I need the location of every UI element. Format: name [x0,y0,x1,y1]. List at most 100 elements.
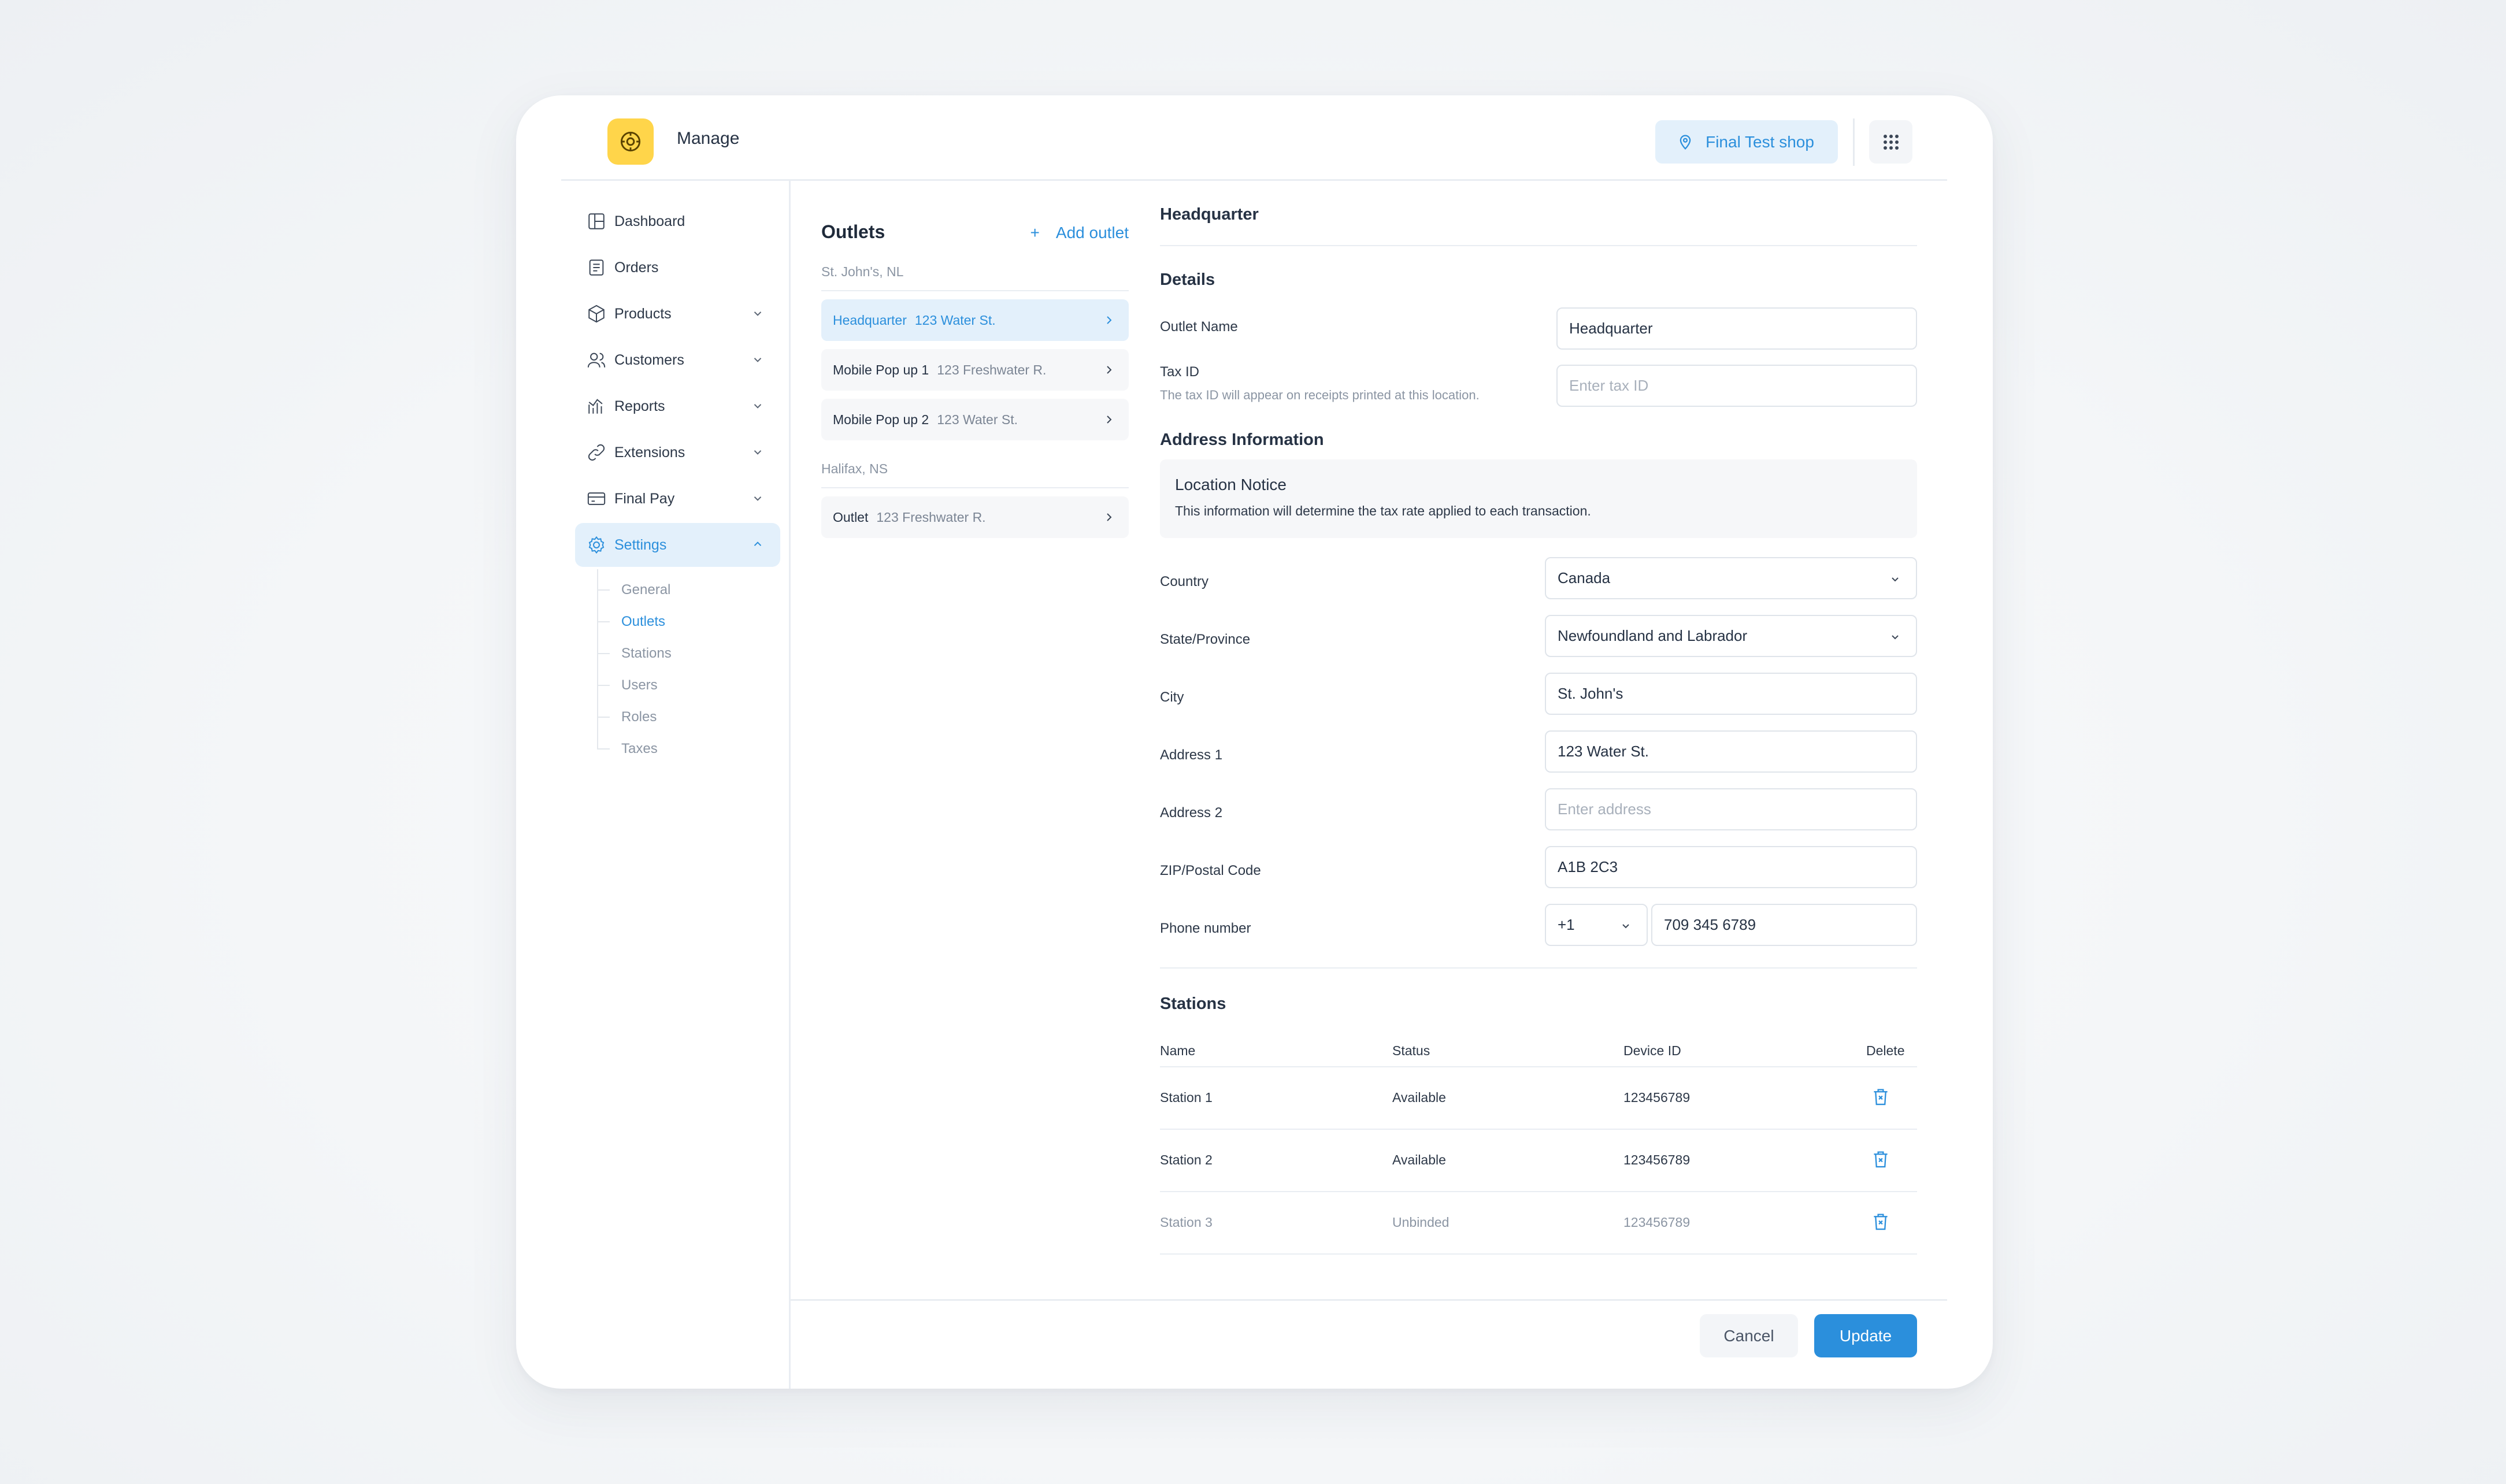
app-window: Manage Final Test shop Dashboard Orders … [516,95,1993,1389]
chevron-down-icon[interactable] [751,492,764,504]
subnav-item-taxes[interactable]: Taxes [597,733,780,765]
gear-icon [587,535,606,555]
phone-label: Phone number [1160,921,1251,936]
outlet-row-mobile-pop-up-1[interactable]: Mobile Pop up 1 123 Freshwater R. [821,349,1129,391]
subnav-item-roles[interactable]: Roles [597,701,780,733]
tax-id-help: The tax ID will appear on receipts print… [1160,388,1480,402]
sidebar-item-dashboard[interactable]: Dashboard [575,199,780,243]
subnav-item-outlets[interactable]: Outlets [597,606,780,637]
country-select[interactable]: Canada [1545,557,1917,599]
shop-selector-button[interactable]: Final Test shop [1655,120,1838,164]
apps-grid-button[interactable] [1869,120,1912,164]
sidebar-item-label: Products [614,305,672,322]
phone-code-select[interactable]: +1 [1545,904,1648,946]
logo-icon [620,131,641,152]
city-field[interactable]: St. John's [1545,673,1917,715]
outlet-name: Outlet [833,509,869,525]
top-header: Manage Final Test shop [561,95,1947,181]
details-title: Details [1160,270,1215,289]
header-divider [1853,118,1855,166]
sidebar-item-label: Reports [614,398,665,414]
chevron-down-icon[interactable] [751,353,764,366]
heading-divider [1160,245,1917,246]
chevron-up-icon[interactable] [751,538,764,551]
section-divider [1160,967,1917,969]
subnav-item-users[interactable]: Users [597,669,780,701]
state-label: State/Province [1160,632,1251,647]
zip-field[interactable]: A1B 2C3 [1545,846,1917,888]
sidebar-item-label: Extensions [614,444,685,461]
chevron-right-icon [1107,513,1112,521]
outlet-row-headquarter[interactable]: Headquarter 123 Water St. [821,299,1129,341]
country-label: Country [1160,574,1209,589]
card-icon [587,489,606,509]
chevron-down-icon[interactable] [751,307,764,320]
sidebar-item-reports[interactable]: Reports [575,384,780,428]
state-select[interactable]: Newfoundland and Labrador [1545,615,1917,657]
trash-icon[interactable] [1872,1088,1889,1106]
table-row-divider [1160,1253,1917,1255]
cancel-button[interactable]: Cancel [1700,1314,1798,1357]
trash-icon[interactable] [1872,1150,1889,1168]
sidebar-nav: Dashboard Orders Products Customers Repo… [575,199,780,765]
sidebar-item-products[interactable]: Products [575,292,780,336]
station-name: Station 3 [1160,1215,1213,1230]
tax-id-field[interactable]: Enter tax ID [1556,365,1917,407]
state-value: Newfoundland and Labrador [1558,627,1748,644]
country-value: Canada [1558,569,1611,587]
add-outlet-label: Add outlet [1055,224,1129,242]
outlet-address: 123 Water St. [914,312,996,328]
box-icon [587,304,606,324]
col-header-name: Name [1160,1043,1196,1058]
notice-text: This information will determine the tax … [1175,503,1591,518]
col-header-delete: Delete [1866,1043,1905,1058]
chevron-down-icon [1892,635,1899,640]
outlet-row-mobile-pop-up-2[interactable]: Mobile Pop up 2 123 Water St. [821,399,1129,440]
col-header-device-id: Device ID [1623,1043,1681,1058]
outlet-name: Mobile Pop up 1 [833,362,929,377]
users-icon [587,350,606,370]
station-device-id: 123456789 [1623,1152,1691,1167]
table-header-divider [1160,1066,1917,1067]
address1-field[interactable]: 123 Water St. [1545,730,1917,773]
app-logo[interactable] [607,118,654,165]
sidebar-item-label: Dashboard [614,213,685,229]
station-status: Available [1392,1152,1446,1167]
subnav-item-general[interactable]: General [597,574,780,606]
station-device-id: 123456789 [1623,1215,1691,1230]
sidebar-item-customers[interactable]: Customers [575,338,780,382]
table-row-divider [1160,1191,1917,1192]
subnav-item-stations[interactable]: Stations [597,637,780,669]
chevron-down-icon[interactable] [751,399,764,412]
trash-icon[interactable] [1872,1212,1889,1231]
station-name: Station 1 [1160,1090,1213,1105]
address2-label: Address 2 [1160,805,1223,821]
stations-title: Stations [1160,995,1226,1013]
chevron-down-icon [1622,924,1629,929]
city-label: City [1160,689,1184,705]
chevron-down-icon [1892,577,1899,582]
outlet-row-outlet[interactable]: Outlet 123 Freshwater R. [821,496,1129,538]
outlet-name-field[interactable]: Headquarter [1556,307,1917,350]
add-outlet-button[interactable]: + Add outlet [1030,224,1129,242]
sidebar-item-label: Customers [614,351,684,368]
update-button[interactable]: Update [1814,1314,1917,1357]
grid-icon [1883,134,1899,150]
settings-subnav: General Outlets Stations Users Roles Tax… [597,569,780,765]
sidebar-item-orders[interactable]: Orders [575,246,780,290]
orders-icon [587,258,606,277]
chevron-down-icon[interactable] [751,446,764,458]
sidebar-item-final-pay[interactable]: Final Pay [575,477,780,521]
outlets-panel: Outlets + Add outlet St. John's, NL Head… [821,211,1129,546]
footer-divider [791,1299,1947,1301]
sidebar-item-label: Settings [614,536,667,553]
region-header: Halifax, NS [821,448,1129,488]
sidebar-item-label: Orders [614,259,659,276]
outlet-name: Headquarter [833,312,907,328]
address2-field[interactable]: Enter address [1545,788,1917,830]
outlet-address: 123 Water St. [937,411,1018,427]
phone-number-field[interactable]: 709 345 6789 [1651,904,1917,946]
sidebar-item-extensions[interactable]: Extensions [575,431,780,474]
sidebar-item-settings[interactable]: Settings [575,523,780,567]
address1-label: Address 1 [1160,747,1223,763]
